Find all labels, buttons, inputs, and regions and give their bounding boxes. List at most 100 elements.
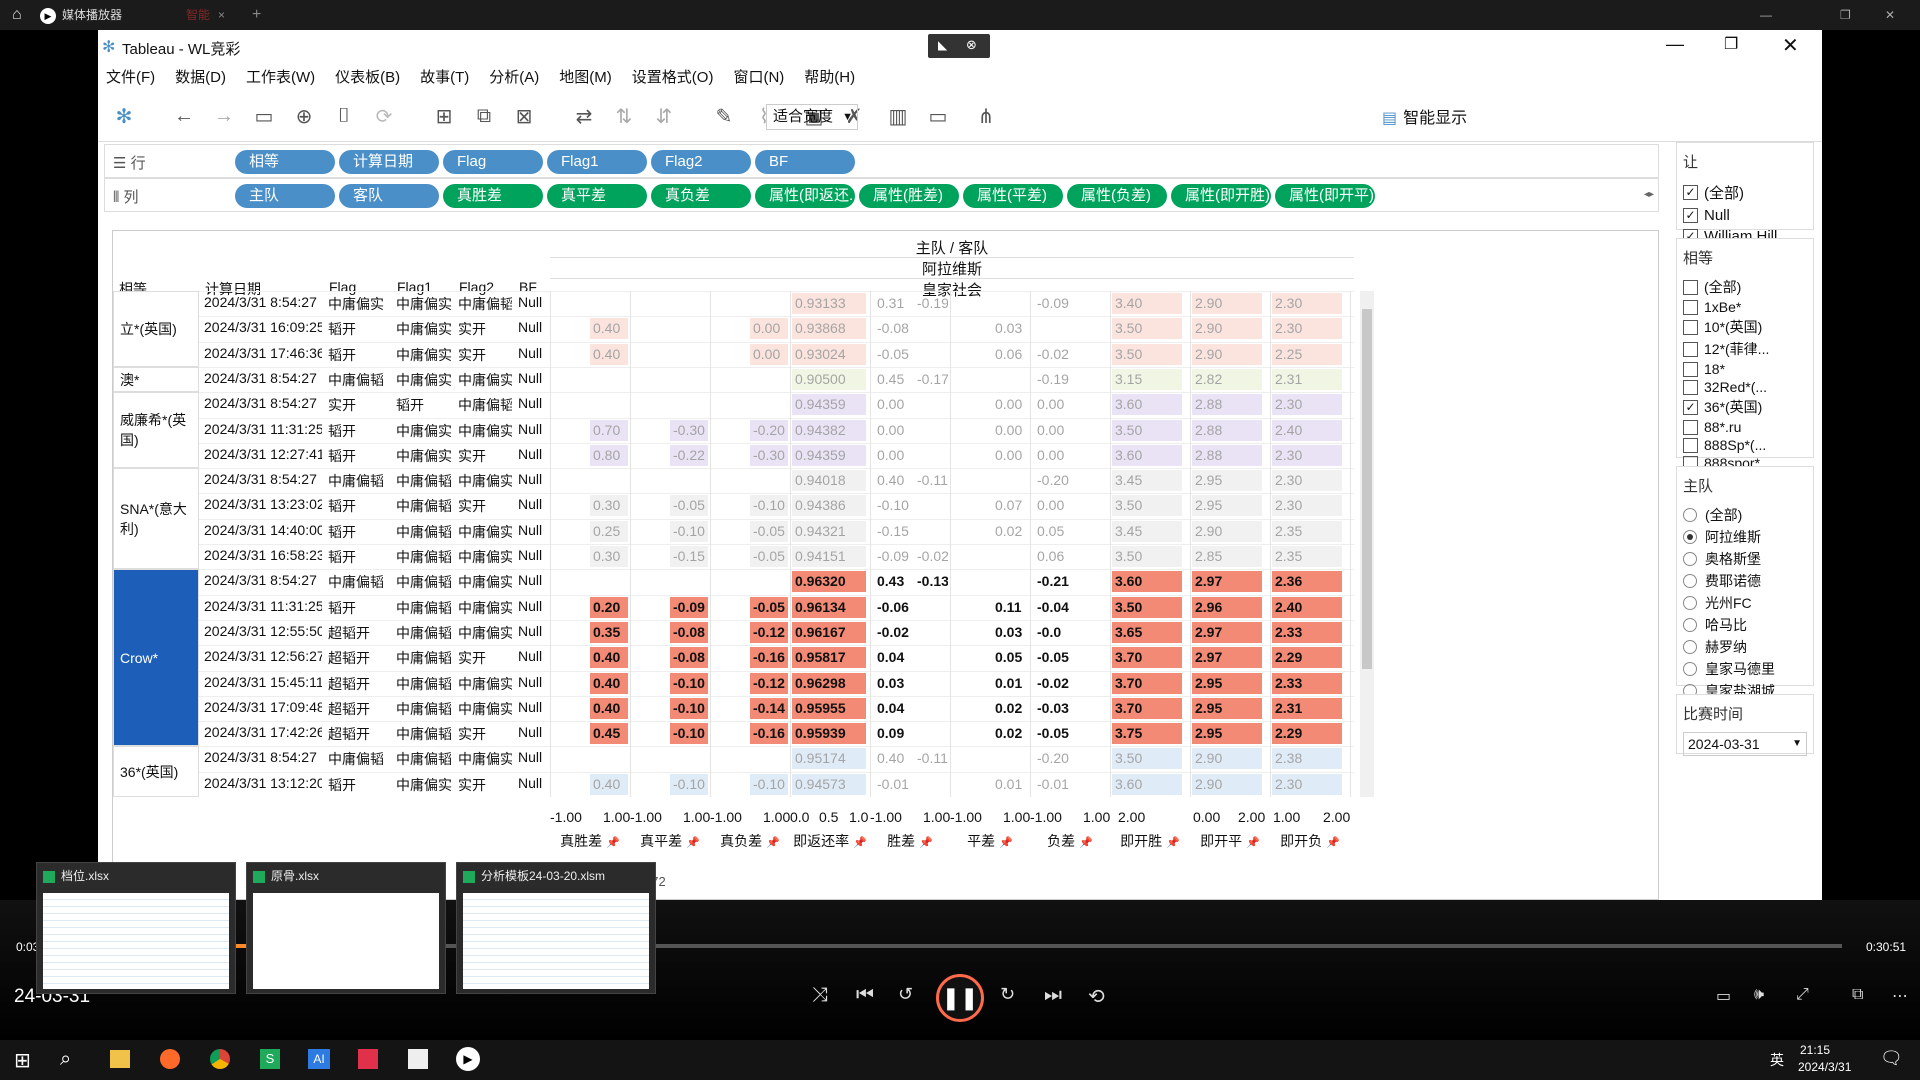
axis-label[interactable]: 平差 📌 [950,831,1030,851]
checkbox-icon[interactable] [1683,299,1698,315]
filter-radio-item[interactable]: 皇家马德里 [1677,658,1813,680]
rewind-icon[interactable]: ↺ [898,984,913,1005]
radio-icon[interactable] [1683,618,1697,632]
menu-item[interactable]: 故事(T) [420,66,469,90]
new-sheet-icon[interactable]: ⊞ [428,100,460,132]
axis-label[interactable]: 负差 📌 [1030,831,1110,851]
measure-cell[interactable]: -0.01 [1034,774,1074,795]
measure-cell[interactable]: 0.94359 [792,444,866,466]
row-header-cell[interactable]: 韬开 [396,395,452,415]
measure-cell[interactable]: 0.94382 [792,419,866,441]
menu-item[interactable]: 帮助(H) [804,66,855,90]
share-icon[interactable]: ⋔ [970,100,1002,132]
measure-cell[interactable]: -0.12 [750,621,788,643]
menu-item[interactable]: 仪表板(B) [335,66,400,90]
measure-cell[interactable]: -0.30 [670,419,708,441]
measure-cell[interactable]: 3.50 [1112,596,1182,618]
row-header-cell[interactable]: 中庸偏韬 [396,699,452,719]
filter-checkbox-item[interactable]: 888Sp*(... [1677,436,1813,454]
measure-cell[interactable]: -0.10 [670,723,708,745]
measure-cell[interactable]: 2.33 [1272,672,1342,694]
pip-icon[interactable]: ⧉ [1852,986,1863,1004]
rows-pill[interactable]: Flag2 [651,150,751,174]
row-header-cell[interactable]: 中庸偏实 [458,421,512,441]
group-cell[interactable]: Crow* [113,569,199,747]
datasource-icon[interactable]: ⌷ [328,100,360,132]
measure-cell[interactable]: 0.03 [992,318,1028,339]
checkbox-icon[interactable] [1683,319,1698,335]
pin-icon[interactable]: 📌 [766,837,780,849]
shuffle-icon[interactable]: ⤨ [812,984,828,1007]
columns-pill[interactable]: 属性(负差) [1067,184,1167,208]
tableau-taskbar-icon[interactable] [408,1049,428,1069]
filter-checkbox-item[interactable]: ✓ 36*(英国) [1677,396,1813,418]
measure-cell[interactable]: 2.90 [1192,318,1262,340]
row-header-cell[interactable]: 中庸偏实 [396,775,452,795]
checkbox-icon[interactable] [1683,341,1698,357]
notification-icon[interactable]: 🗨 [1880,1048,1903,1069]
close-icon[interactable]: ✕ [1885,4,1895,26]
measure-cell[interactable]: -0.05 [1034,723,1074,744]
row-header-cell[interactable]: 实开 [458,496,512,516]
row-header-cell[interactable]: 中庸偏实 [458,370,512,390]
measure-cell[interactable]: 0.96320 [792,571,866,593]
ai-app-icon[interactable]: AI [308,1049,330,1069]
measure-cell[interactable]: -0.09 [1034,293,1074,314]
row-header-cell[interactable]: 中庸偏韬 [458,294,512,314]
row-header-cell[interactable]: Null [518,775,548,791]
measure-cell[interactable]: 2.35 [1272,546,1342,567]
measure-cell[interactable]: 2.40 [1272,596,1342,618]
measure-cell[interactable]: 0.40 [590,672,628,694]
measure-cell[interactable]: 2.96 [1192,596,1262,618]
measure-cell[interactable]: 3.40 [1112,293,1182,314]
measure-cell[interactable]: 0.45 [590,723,628,745]
measure-cell[interactable]: 0.96167 [792,621,866,643]
measure-cell[interactable]: 0.94359 [792,394,866,416]
measure-cell[interactable]: 2.30 [1272,773,1342,795]
row-header-cell[interactable]: 中庸偏实 [458,598,512,618]
measure-cell[interactable]: 3.50 [1112,546,1182,567]
measure-cell[interactable]: 0.70 [590,419,628,441]
filter-checkbox-item[interactable]: (全部) [1677,276,1813,298]
measure-cell[interactable]: 0.93024 [792,343,866,365]
measure-cell[interactable]: 3.70 [1112,647,1182,669]
row-header-cell[interactable]: Null [518,294,548,310]
pin-icon[interactable]: 📌 [1246,837,1260,849]
filter-radio-item[interactable]: 费耶诺德 [1677,570,1813,592]
measure-cell[interactable]: 0.30 [590,495,628,517]
radio-icon[interactable] [1683,530,1697,544]
row-header-cell[interactable]: 中庸偏实 [396,345,452,365]
filter-radio-item[interactable]: 阿拉维斯 [1677,526,1813,548]
row-header-cell[interactable]: 中庸偏韬 [396,724,452,744]
axis-label[interactable]: 真胜差 📌 [550,831,630,851]
scroll-arrows-icon[interactable]: ◂▸ [1644,189,1654,200]
measure-cell[interactable]: 0.00 [1034,495,1074,516]
measure-cell[interactable]: 2.88 [1192,419,1262,441]
highlight-icon[interactable]: ✎ [708,100,740,132]
measure-cell[interactable]: 2.29 [1272,647,1342,669]
row-header-cell[interactable]: 中庸偏韬 [396,749,452,769]
ime-indicator[interactable]: 英 [1770,1050,1784,1070]
measure-cell[interactable]: 3.50 [1112,419,1182,441]
measure-cell[interactable]: 0.01 [992,673,1028,694]
row-header-cell[interactable]: 中庸偏韬 [396,496,452,516]
row-header-cell[interactable]: 中庸偏韬 [328,471,390,491]
row-header-cell[interactable]: 韬开 [328,319,390,339]
measure-cell[interactable]: 2.38 [1272,748,1342,770]
pause-button[interactable]: ❚❚ [936,974,984,1022]
row-header-cell[interactable]: 中庸偏实 [458,623,512,643]
file-explorer-icon[interactable] [110,1050,130,1068]
measure-cell[interactable]: 0.94151 [792,546,866,567]
row-header-cell[interactable]: 实开 [458,446,512,466]
row-header-cell[interactable]: 中庸偏韬 [396,623,452,643]
measure-cell[interactable]: -0.02 [914,546,948,567]
measure-cell[interactable]: 3.70 [1112,672,1182,694]
measure-cell[interactable]: 0.00 [1034,394,1074,415]
row-header-cell[interactable]: 韬开 [328,345,390,365]
measure-cell[interactable]: -0.15 [874,521,910,542]
measure-cell[interactable]: 3.50 [1112,318,1182,340]
search-icon[interactable]: ⌕ [60,1048,71,1071]
measure-cell[interactable]: 2.95 [1192,495,1262,517]
checkbox-icon[interactable] [1683,279,1698,295]
measure-cell[interactable]: 2.90 [1192,520,1262,542]
